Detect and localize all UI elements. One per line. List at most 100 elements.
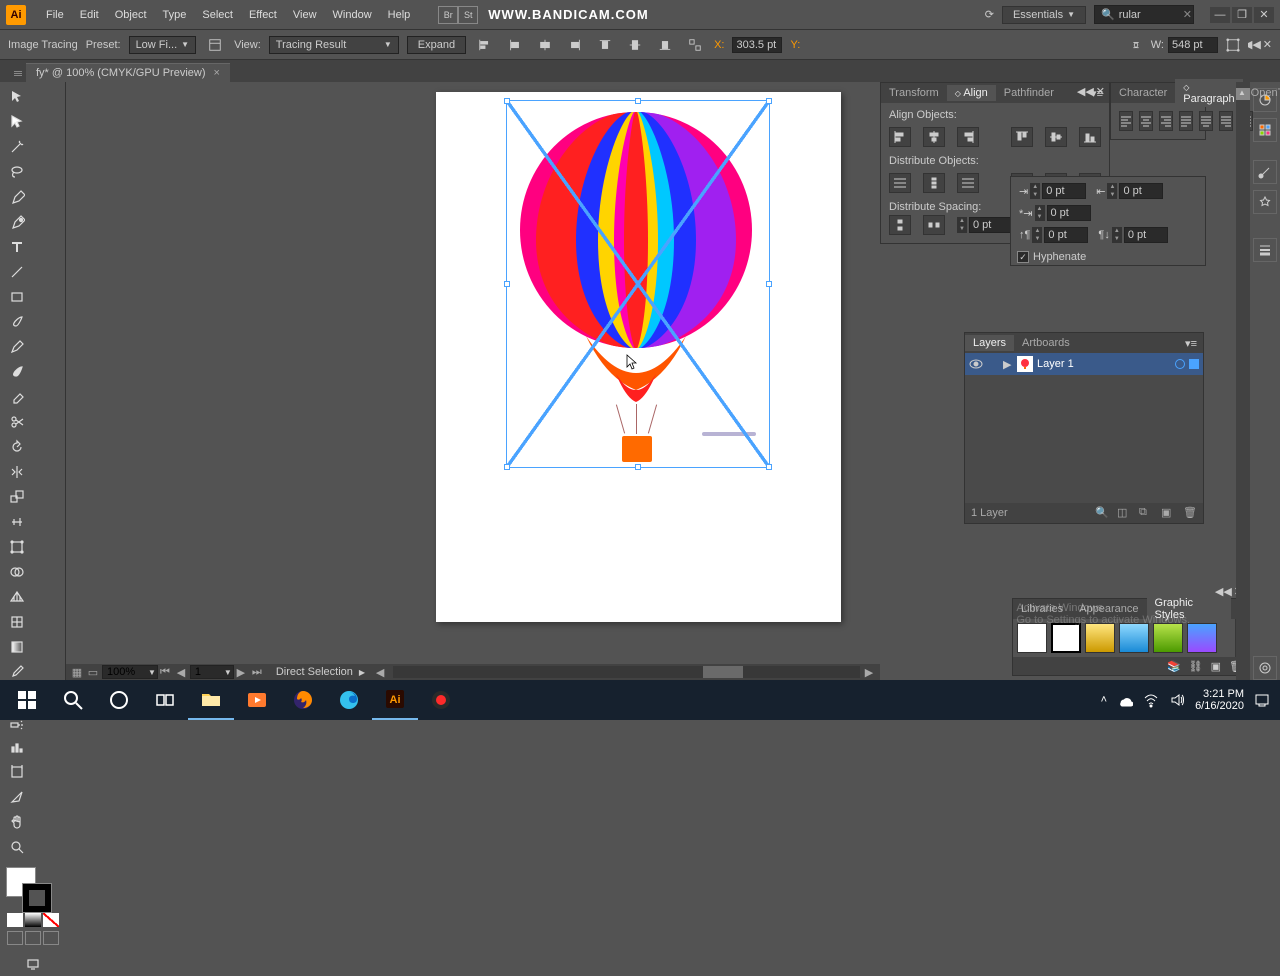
align-right-obj-icon[interactable] (957, 127, 979, 147)
scale-tool-icon[interactable] (0, 484, 33, 509)
align-vb-icon[interactable] (654, 34, 676, 56)
dist-vcenter-icon[interactable] (923, 173, 945, 193)
onedrive-tray-icon[interactable] (1117, 692, 1133, 708)
nav2-icon[interactable]: ▭ (86, 666, 100, 678)
draw-inside-icon[interactable] (43, 931, 59, 945)
last-artboard-icon[interactable]: ⏭ (250, 666, 264, 678)
tab-appearance[interactable]: Appearance (1071, 601, 1146, 617)
tray-expand-icon[interactable]: ˄ (1101, 694, 1107, 706)
link-wh-icon[interactable] (1125, 34, 1147, 56)
para-align-right-icon[interactable] (1159, 111, 1173, 131)
cortana-icon[interactable] (96, 680, 142, 720)
menu-help[interactable]: Help (380, 5, 419, 25)
first-line-indent-stepper[interactable]: *⇥▲▼ (1019, 205, 1197, 221)
tab-pathfinder[interactable]: Pathfinder (996, 85, 1062, 101)
slice-tool-icon[interactable] (0, 784, 33, 809)
symbols-panel-icon[interactable] (1253, 190, 1277, 214)
dist-space-h-icon[interactable] (923, 215, 945, 235)
space-after-field[interactable] (1124, 227, 1168, 243)
appearance-panel-icon[interactable] (1253, 656, 1277, 680)
eraser-tool-icon[interactable] (0, 384, 33, 409)
dist-space-v-icon[interactable] (889, 215, 911, 235)
para-justify-right-icon[interactable] (1219, 111, 1233, 131)
panel-close-icon[interactable]: ✕ (1263, 38, 1272, 51)
left-indent-stepper[interactable]: ⇥▲▼ (1019, 183, 1086, 199)
artboard-tool-icon[interactable] (0, 759, 33, 784)
styles-library-icon[interactable]: 📚 (1167, 660, 1181, 673)
right-indent-stepper[interactable]: ⇤▲▼ (1096, 183, 1163, 199)
space-before-field[interactable] (1044, 227, 1088, 243)
menu-object[interactable]: Object (107, 5, 155, 25)
document-tab[interactable]: fy* @ 100% (CMYK/GPU Preview) × (26, 63, 230, 82)
solid-color-icon[interactable] (7, 913, 23, 927)
rotate-tool-icon[interactable] (0, 434, 33, 459)
document-tab-close-icon[interactable]: × (214, 67, 220, 79)
help-search-input[interactable] (1119, 9, 1179, 21)
wifi-tray-icon[interactable] (1143, 692, 1159, 708)
paintbrush-tool-icon[interactable] (0, 309, 33, 334)
locate-layer-icon[interactable]: 🔍 (1095, 506, 1109, 520)
selection-indicator-icon[interactable] (1189, 359, 1199, 369)
type-tool-icon[interactable] (0, 234, 33, 259)
file-explorer-icon[interactable] (188, 680, 234, 720)
tab-transform[interactable]: Transform (881, 85, 947, 101)
window-restore[interactable]: ❐ (1232, 7, 1252, 23)
record-icon[interactable] (418, 680, 464, 720)
visibility-icon[interactable] (969, 357, 983, 371)
pencil-tool-icon[interactable] (0, 334, 33, 359)
styles-collapse-icon[interactable]: ◀◀ (1215, 585, 1232, 598)
expand-layer-icon[interactable]: ▶ (1003, 358, 1013, 371)
align-bottom-obj-icon[interactable] (1079, 127, 1101, 147)
screen-mode-icon[interactable] (0, 951, 65, 976)
preset-dropdown[interactable]: Low Fi...▼ (129, 36, 197, 54)
hand-tool-icon[interactable] (0, 809, 33, 834)
task-view-icon[interactable] (142, 680, 188, 720)
w-field[interactable] (1168, 37, 1218, 53)
h-scroll-thumb[interactable] (703, 666, 743, 678)
menu-effect[interactable]: Effect (241, 5, 285, 25)
width-tool-icon[interactable] (0, 509, 33, 534)
make-clip-icon[interactable]: ◫ (1117, 506, 1131, 520)
align-left-obj-icon[interactable] (889, 127, 911, 147)
layer-name-label[interactable]: Layer 1 (1037, 358, 1171, 370)
spacing-field[interactable] (969, 217, 1013, 233)
reflect-tool-icon[interactable] (0, 459, 33, 484)
menu-select[interactable]: Select (194, 5, 241, 25)
gradient-tool-icon[interactable] (0, 634, 33, 659)
video-editor-icon[interactable] (234, 680, 280, 720)
space-before-stepper[interactable]: ↑¶▲▼ (1019, 227, 1088, 243)
shape-builder-tool-icon[interactable] (0, 559, 33, 584)
style-swatch-default[interactable] (1017, 623, 1047, 653)
magic-wand-tool-icon[interactable] (0, 134, 33, 159)
sound-tray-icon[interactable] (1169, 692, 1185, 708)
hyphenate-checkbox[interactable]: ✓ (1017, 251, 1029, 263)
para-justify-left-icon[interactable] (1179, 111, 1193, 131)
first-artboard-icon[interactable]: ⏮ (158, 666, 172, 678)
style-swatch-green[interactable] (1153, 623, 1183, 653)
free-transform-tool-icon[interactable] (0, 534, 33, 559)
menu-window[interactable]: Window (325, 5, 380, 25)
window-close[interactable]: ✕ (1254, 7, 1274, 23)
align-hc-icon[interactable] (534, 34, 556, 56)
bridge-icon[interactable]: Br (438, 6, 458, 24)
scroll-left-icon[interactable]: ◀ (373, 666, 387, 678)
artboard-number-field[interactable] (190, 665, 234, 679)
edge-icon[interactable] (326, 680, 372, 720)
next-artboard-icon[interactable]: ▶ (234, 666, 248, 678)
direct-selection-tool-icon[interactable] (0, 109, 33, 134)
illustrator-taskbar-icon[interactable]: Ai (372, 680, 418, 720)
first-line-indent-field[interactable] (1047, 205, 1091, 221)
fill-stroke-swatches[interactable] (0, 863, 65, 911)
sync-icon[interactable]: ⟳ (985, 8, 994, 21)
dist-bottom-icon[interactable] (957, 173, 979, 193)
tracing-panel-icon[interactable] (204, 34, 226, 56)
new-style-icon[interactable]: ▣ (1211, 660, 1221, 673)
h-scrollbar[interactable] (393, 666, 860, 678)
expand-button[interactable]: Expand (407, 36, 466, 54)
right-indent-field[interactable] (1119, 183, 1163, 199)
align-vc-icon[interactable] (624, 34, 646, 56)
perspective-grid-tool-icon[interactable] (0, 584, 33, 609)
align-hcenter-obj-icon[interactable] (923, 127, 945, 147)
break-link-icon[interactable]: ⛓ (1189, 660, 1203, 673)
swatches-panel-icon[interactable] (1253, 118, 1277, 142)
